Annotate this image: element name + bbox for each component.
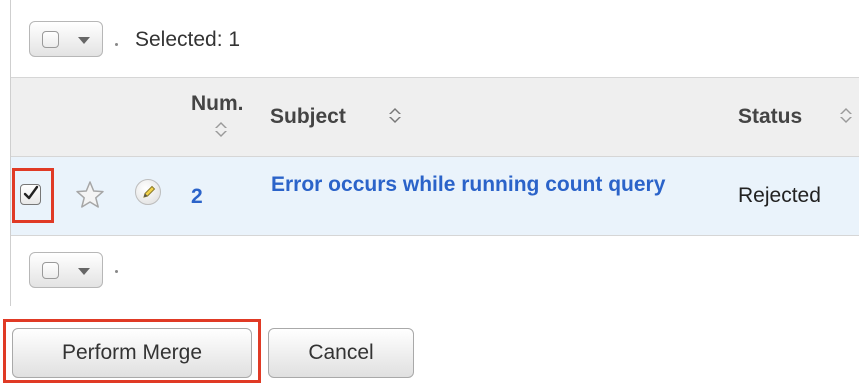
cancel-button[interactable]: Cancel	[268, 328, 414, 378]
separator-dot	[115, 270, 118, 273]
sort-icon[interactable]	[389, 108, 401, 124]
sort-icon[interactable]	[215, 122, 227, 138]
subject-link[interactable]: Error occurs while running count query	[271, 172, 691, 197]
chevron-down-icon	[78, 37, 90, 44]
select-all-dropdown-bottom[interactable]	[29, 252, 103, 288]
column-header-status[interactable]: Status	[738, 105, 802, 129]
select-all-dropdown-top[interactable]	[29, 21, 103, 57]
list-view-panel: Selected: 1 Num. Subject Status 2 Error …	[10, 0, 859, 306]
edit-pencil-icon[interactable]	[135, 179, 161, 205]
select-all-checkbox-icon	[42, 31, 59, 48]
column-header-num[interactable]: Num.	[191, 92, 244, 116]
record-number-link[interactable]: 2	[191, 185, 203, 209]
table-header-row: Num. Subject Status	[11, 78, 859, 157]
mass-action-bar-top: Selected: 1	[11, 0, 859, 78]
checkbox-checked-icon	[23, 185, 39, 200]
status-cell: Rejected	[738, 184, 821, 207]
separator-dot	[115, 43, 118, 46]
perform-merge-button[interactable]: Perform Merge	[12, 328, 252, 378]
select-all-checkbox-icon	[42, 262, 59, 279]
mass-action-bar-bottom	[11, 236, 859, 306]
table-row: 2 Error occurs while running count query…	[11, 157, 859, 236]
row-checkbox[interactable]	[20, 184, 41, 205]
star-icon[interactable]	[75, 180, 105, 210]
sort-icon[interactable]	[840, 108, 852, 124]
column-header-subject[interactable]: Subject	[270, 105, 346, 129]
chevron-down-icon	[78, 268, 90, 275]
selected-count: Selected: 1	[135, 28, 241, 51]
